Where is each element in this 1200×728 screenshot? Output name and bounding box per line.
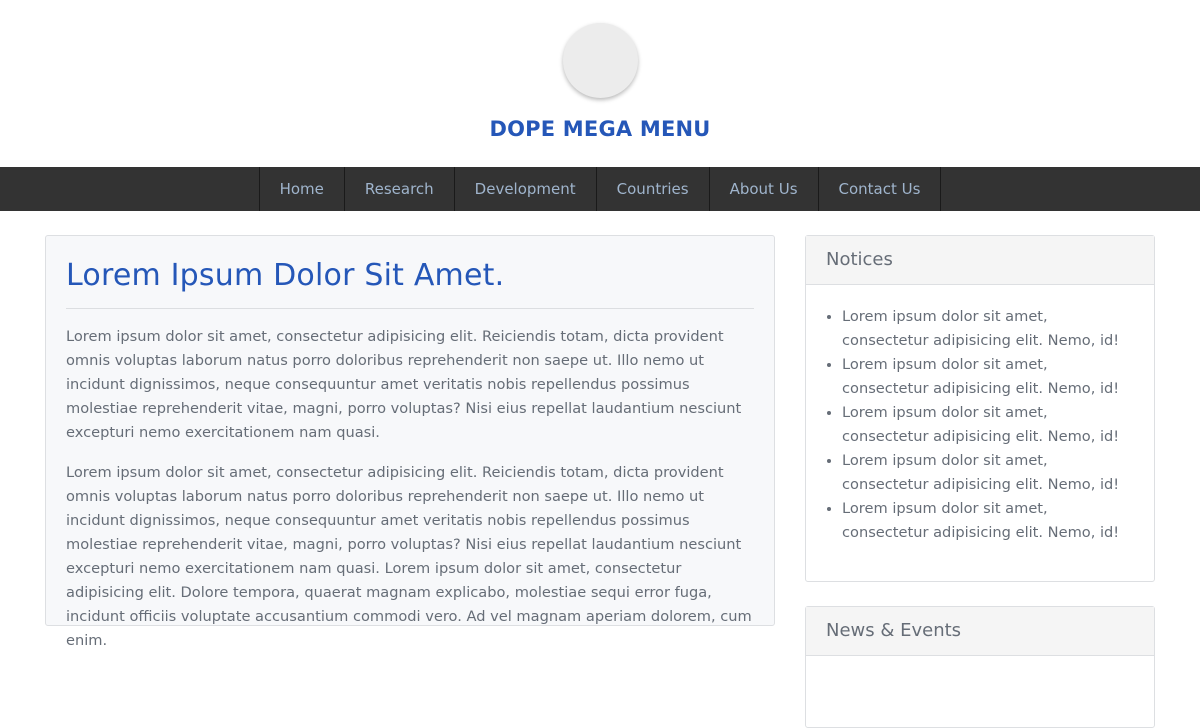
nav-item-countries[interactable]: Countries [597,167,710,211]
site-header: DOPE MEGA MENU [0,0,1200,167]
site-title[interactable]: DOPE MEGA MENU [0,117,1200,141]
article-divider [66,308,754,309]
news-events-panel: News & Events [805,606,1155,728]
article-card: Lorem Ipsum Dolor Sit Amet. Lorem ipsum … [45,235,775,649]
notice-item: Lorem ipsum dolor sit amet, consectetur … [842,449,1134,497]
news-events-heading: News & Events [806,607,1154,656]
notice-item: Lorem ipsum dolor sit amet, consectetur … [842,353,1134,401]
nav-list: Home Research Development Countries Abou… [258,167,942,211]
nav-item-about-us[interactable]: About Us [710,167,819,211]
notice-item: Lorem ipsum dolor sit amet, consectetur … [842,401,1134,449]
notices-panel: Notices Lorem ipsum dolor sit amet, cons… [805,235,1155,582]
nav-item-development[interactable]: Development [455,167,597,211]
circle-logo-icon[interactable] [563,23,638,98]
nav-item-research[interactable]: Research [345,167,455,211]
nav-item-contact-us[interactable]: Contact Us [819,167,942,211]
notices-list: Lorem ipsum dolor sit amet, consectetur … [806,285,1154,545]
article-title: Lorem Ipsum Dolor Sit Amet. [66,258,505,293]
notices-heading: Notices [806,236,1154,285]
article-paragraph: Lorem ipsum dolor sit amet, consectetur … [66,328,742,441]
nav-item-home[interactable]: Home [260,167,345,211]
notice-item: Lorem ipsum dolor sit amet, consectetur … [842,305,1134,353]
main-navbar: Home Research Development Countries Abou… [0,167,1200,211]
notice-item: Lorem ipsum dolor sit amet, consectetur … [842,497,1134,545]
article-paragraph: Lorem ipsum dolor sit amet, consectetur … [66,464,752,649]
